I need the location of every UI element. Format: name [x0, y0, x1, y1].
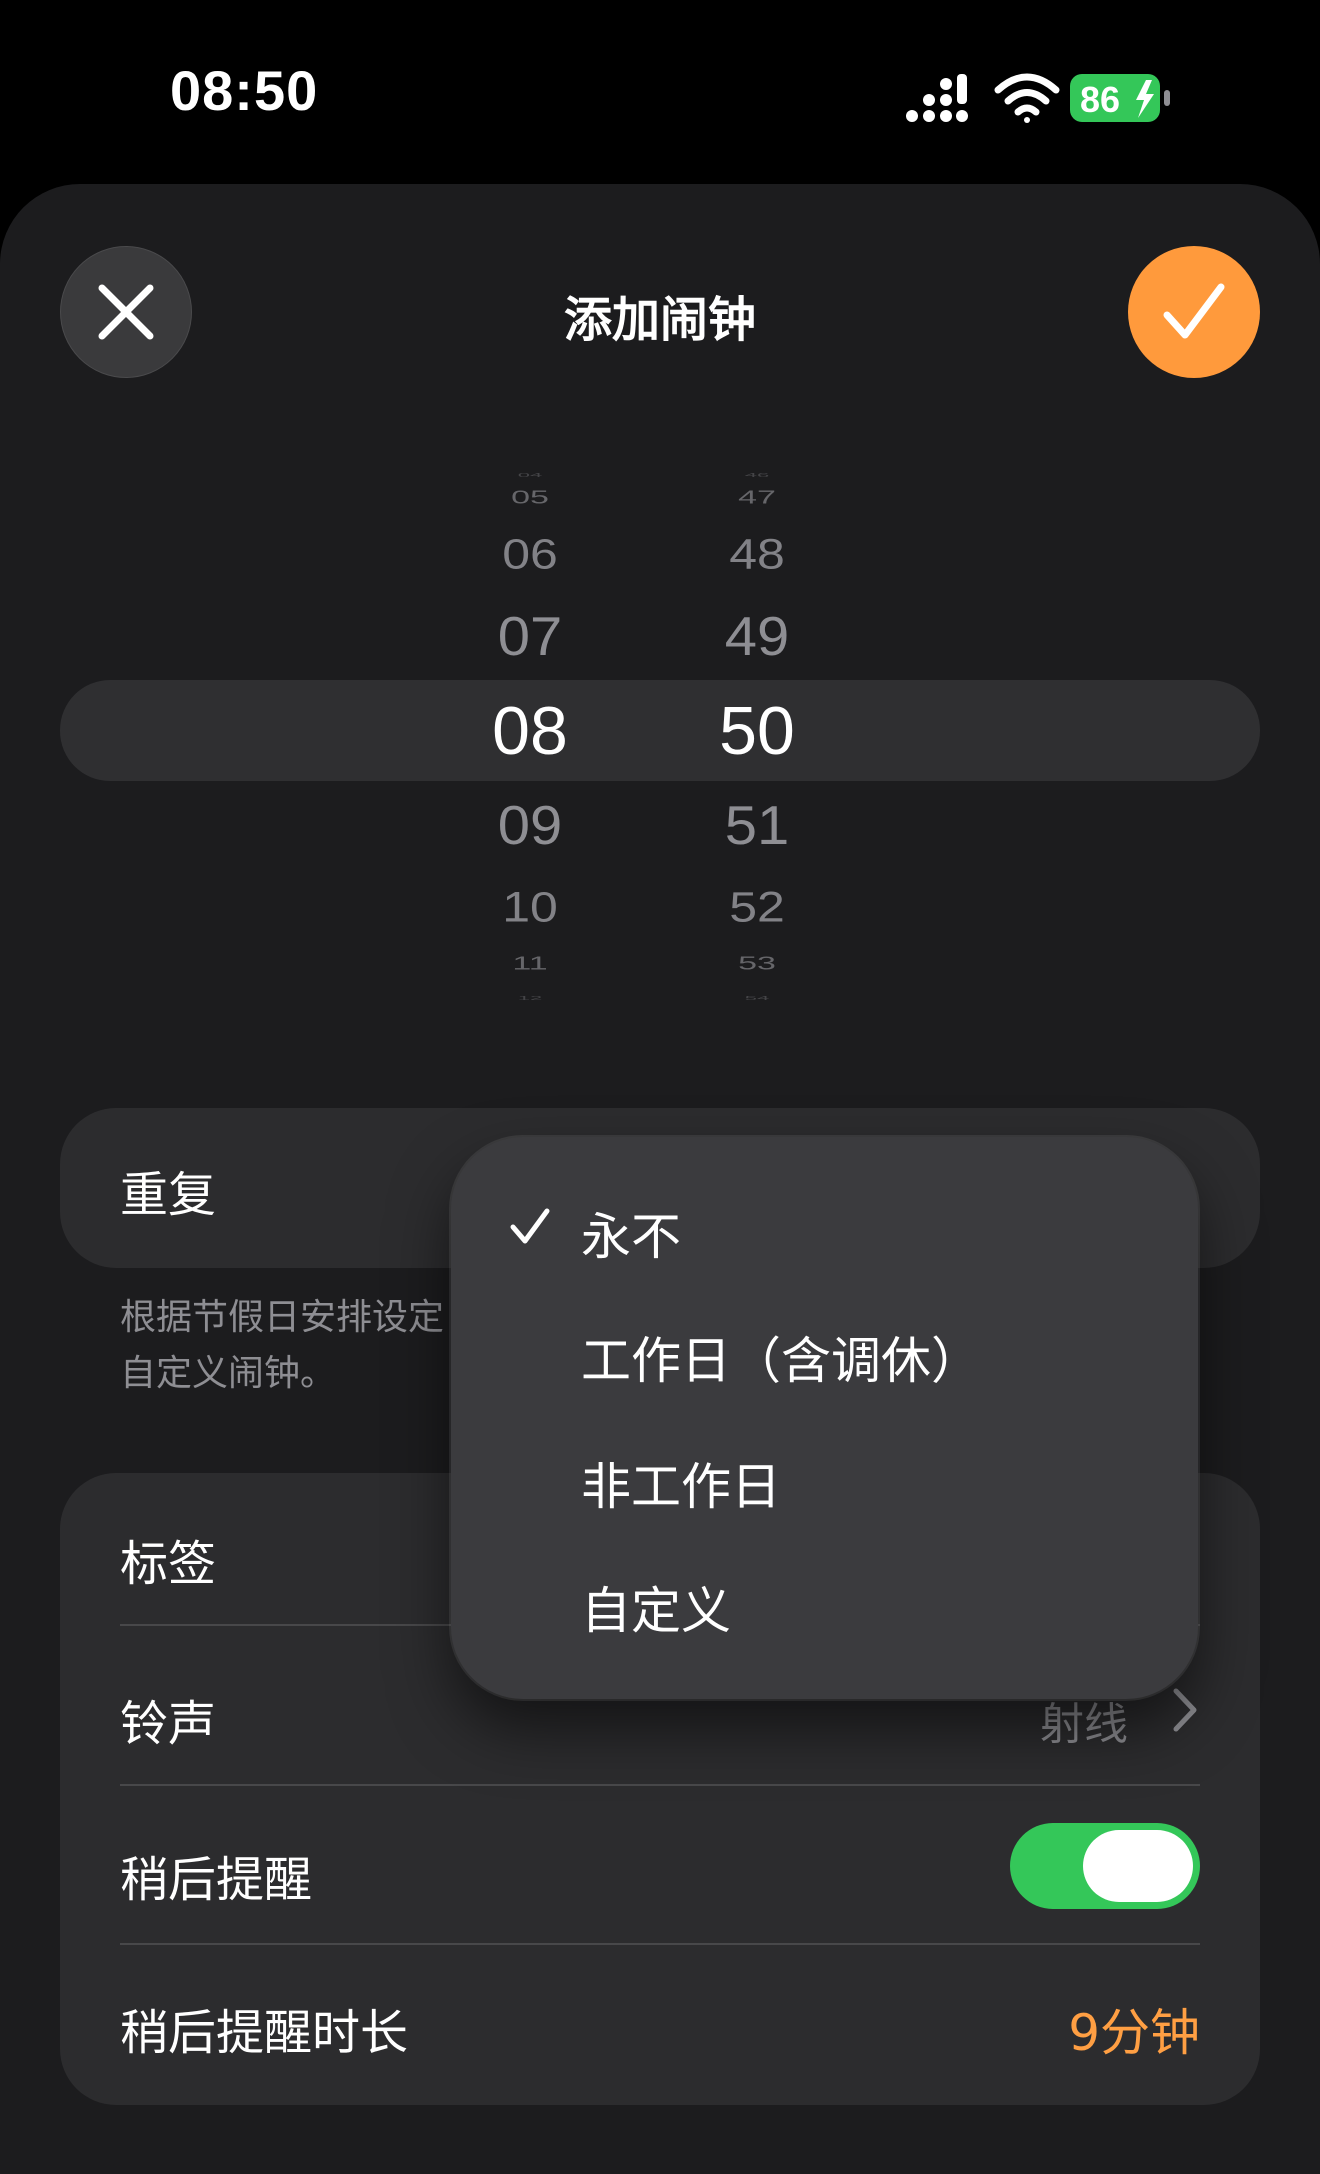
menu-item-never[interactable]: 永不 — [581, 1197, 681, 1269]
repeat-label: 重复 — [120, 1167, 217, 1223]
status-icons: 86 — [906, 73, 1170, 123]
repeat-menu: 永不 工作日（含调休） 非工作日 自定义 — [451, 1137, 1198, 1699]
battery-charging-icon: 86 — [1070, 74, 1170, 122]
menu-item-custom[interactable]: 自定义 — [581, 1571, 731, 1643]
checkmark-icon — [1163, 283, 1225, 339]
picker-minute-option[interactable]: 54 — [647, 995, 867, 1002]
menu-item-workdays[interactable]: 工作日（含调休） — [581, 1321, 981, 1393]
picker-minute-option[interactable]: 53 — [647, 953, 867, 974]
picker-hour-option[interactable]: 06 — [420, 529, 640, 578]
picker-minute-option[interactable]: 52 — [647, 882, 867, 931]
picker-hour-option[interactable]: 12 — [420, 995, 640, 1002]
chevron-right-icon — [1173, 1688, 1197, 1732]
cellular-signal-icon — [906, 74, 968, 122]
picker-minute-option[interactable]: 51 — [647, 794, 867, 858]
divider — [120, 1784, 1200, 1786]
picker-hour-option[interactable]: 09 — [420, 794, 640, 858]
snooze-label: 稍后提醒 — [120, 1852, 313, 1908]
snooze-duration-label: 稍后提醒时长 — [120, 2005, 409, 2061]
picker-minute-option[interactable]: 49 — [647, 605, 867, 669]
menu-item-non-workdays[interactable]: 非工作日 — [581, 1447, 781, 1519]
picker-hour-option[interactable]: 10 — [420, 882, 640, 931]
snooze-toggle-knob — [1083, 1830, 1193, 1902]
divider — [120, 1943, 1200, 1945]
picker-minute-option[interactable]: 48 — [647, 529, 867, 578]
picker-hour-option[interactable]: 07 — [420, 605, 640, 669]
snooze-duration-value[interactable]: 9分钟 — [1060, 1993, 1200, 2065]
picker-minute-option[interactable]: 47 — [647, 487, 867, 508]
picker-minute-option[interactable]: 46 — [647, 472, 867, 479]
picker-selected-minute[interactable]: 50 — [647, 692, 867, 770]
picker-hour-option[interactable]: 04 — [420, 472, 640, 479]
ringtone-label[interactable]: 铃声 — [120, 1684, 216, 1754]
status-time: 08:50 — [170, 59, 319, 122]
picker-selected-hour[interactable]: 08 — [420, 692, 640, 770]
picker-hour-option[interactable]: 05 — [420, 487, 640, 508]
picker-hour-option[interactable]: 11 — [420, 953, 640, 974]
wifi-icon — [994, 73, 1060, 123]
tag-label[interactable]: 标签 — [120, 1524, 216, 1594]
battery-level: 86 — [1080, 79, 1120, 120]
checkmark-icon — [510, 1208, 550, 1244]
confirm-button[interactable] — [1128, 246, 1260, 378]
sheet-title: 添加闹钟 — [563, 292, 756, 348]
